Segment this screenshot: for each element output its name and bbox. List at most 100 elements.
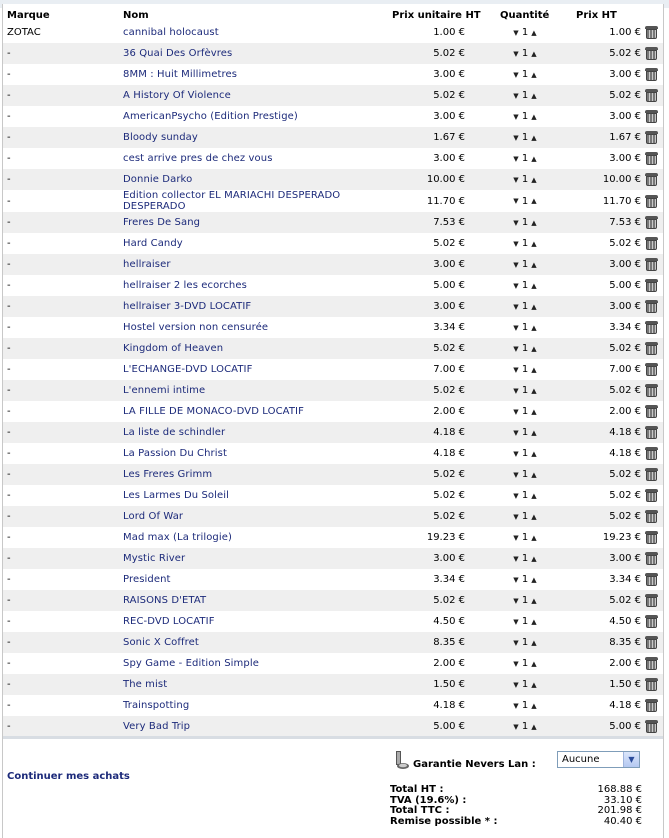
qty-increase-icon[interactable]: ▲ xyxy=(530,387,538,395)
product-name-link[interactable]: hellraiser 2 les ecorches xyxy=(123,275,373,296)
product-name-link[interactable]: Mad max (La trilogie) xyxy=(123,527,373,548)
qty-decrease-icon[interactable]: ▼ xyxy=(512,303,520,311)
delete-button[interactable] xyxy=(641,43,661,64)
trash-icon[interactable] xyxy=(644,25,658,40)
product-name-link[interactable]: 36 Quai Des Orfèvres xyxy=(123,43,373,64)
delete-button[interactable] xyxy=(641,275,661,296)
delete-button[interactable] xyxy=(641,527,661,548)
warranty-select[interactable]: Aucune ▼ xyxy=(557,751,640,768)
qty-increase-icon[interactable]: ▲ xyxy=(530,576,538,584)
trash-icon[interactable] xyxy=(644,677,658,692)
trash-icon[interactable] xyxy=(644,698,658,713)
delete-button[interactable] xyxy=(641,212,661,233)
chevron-down-icon[interactable]: ▼ xyxy=(623,752,639,767)
qty-decrease-icon[interactable]: ▼ xyxy=(512,702,520,710)
qty-decrease-icon[interactable]: ▼ xyxy=(512,29,520,37)
product-name-link[interactable]: Les Freres Grimm xyxy=(123,464,373,485)
product-name-link[interactable]: hellraiser xyxy=(123,254,373,275)
qty-decrease-icon[interactable]: ▼ xyxy=(512,660,520,668)
qty-decrease-icon[interactable]: ▼ xyxy=(512,723,520,731)
product-name-link[interactable]: Hard Candy xyxy=(123,233,373,254)
trash-icon[interactable] xyxy=(644,383,658,398)
delete-button[interactable] xyxy=(641,169,661,190)
qty-decrease-icon[interactable]: ▼ xyxy=(512,597,520,605)
delete-button[interactable] xyxy=(641,190,661,212)
product-name-link[interactable]: La liste de schindler xyxy=(123,422,373,443)
product-name-link[interactable]: Bloody sunday xyxy=(123,127,373,148)
qty-decrease-icon[interactable]: ▼ xyxy=(512,345,520,353)
delete-button[interactable] xyxy=(641,401,661,422)
product-name-link[interactable]: L'ECHANGE-DVD LOCATIF xyxy=(123,359,373,380)
trash-icon[interactable] xyxy=(644,320,658,335)
product-name-link[interactable]: RAISONS D'ETAT xyxy=(123,590,373,611)
trash-icon[interactable] xyxy=(644,404,658,419)
qty-increase-icon[interactable]: ▲ xyxy=(530,429,538,437)
delete-button[interactable] xyxy=(641,106,661,127)
trash-icon[interactable] xyxy=(644,635,658,650)
trash-icon[interactable] xyxy=(644,551,658,566)
trash-icon[interactable] xyxy=(644,530,658,545)
qty-decrease-icon[interactable]: ▼ xyxy=(512,282,520,290)
delete-button[interactable] xyxy=(641,611,661,632)
product-name-link[interactable]: REC-DVD LOCATIF xyxy=(123,611,373,632)
qty-increase-icon[interactable]: ▲ xyxy=(530,534,538,542)
qty-decrease-icon[interactable]: ▼ xyxy=(512,639,520,647)
qty-increase-icon[interactable]: ▲ xyxy=(530,366,538,374)
trash-icon[interactable] xyxy=(644,425,658,440)
qty-increase-icon[interactable]: ▲ xyxy=(530,303,538,311)
delete-button[interactable] xyxy=(641,422,661,443)
trash-icon[interactable] xyxy=(644,236,658,251)
trash-icon[interactable] xyxy=(644,614,658,629)
qty-decrease-icon[interactable]: ▼ xyxy=(512,240,520,248)
product-name-link[interactable]: A History Of Violence xyxy=(123,85,373,106)
qty-increase-icon[interactable]: ▲ xyxy=(530,113,538,121)
product-name-link[interactable]: L'ennemi intime xyxy=(123,380,373,401)
delete-button[interactable] xyxy=(641,590,661,611)
delete-button[interactable] xyxy=(641,64,661,85)
qty-increase-icon[interactable]: ▲ xyxy=(530,261,538,269)
qty-decrease-icon[interactable]: ▼ xyxy=(512,50,520,58)
product-name-link[interactable]: AmericanPsycho (Edition Prestige) xyxy=(123,106,373,127)
product-name-link[interactable]: Very Bad Trip xyxy=(123,716,373,737)
trash-icon[interactable] xyxy=(644,109,658,124)
qty-increase-icon[interactable]: ▲ xyxy=(530,197,538,205)
trash-icon[interactable] xyxy=(644,67,658,82)
qty-decrease-icon[interactable]: ▼ xyxy=(512,576,520,584)
qty-decrease-icon[interactable]: ▼ xyxy=(512,155,520,163)
qty-increase-icon[interactable]: ▲ xyxy=(530,681,538,689)
qty-decrease-icon[interactable]: ▼ xyxy=(512,324,520,332)
qty-increase-icon[interactable]: ▲ xyxy=(530,71,538,79)
product-name-link[interactable]: Kingdom of Heaven xyxy=(123,338,373,359)
qty-increase-icon[interactable]: ▲ xyxy=(530,555,538,563)
delete-button[interactable] xyxy=(641,464,661,485)
delete-button[interactable] xyxy=(641,254,661,275)
trash-icon[interactable] xyxy=(644,341,658,356)
delete-button[interactable] xyxy=(641,506,661,527)
trash-icon[interactable] xyxy=(644,362,658,377)
qty-decrease-icon[interactable]: ▼ xyxy=(512,492,520,500)
qty-increase-icon[interactable]: ▲ xyxy=(530,176,538,184)
product-name-link[interactable]: Edition collector EL MARIACHI DESPERADO … xyxy=(123,190,373,212)
product-name-link[interactable]: Donnie Darko xyxy=(123,169,373,190)
qty-increase-icon[interactable]: ▲ xyxy=(530,618,538,626)
trash-icon[interactable] xyxy=(644,194,658,209)
qty-decrease-icon[interactable]: ▼ xyxy=(512,408,520,416)
product-name-link[interactable]: Hostel version non censurée xyxy=(123,317,373,338)
qty-decrease-icon[interactable]: ▼ xyxy=(512,134,520,142)
product-name-link[interactable]: La Passion Du Christ xyxy=(123,443,373,464)
qty-decrease-icon[interactable]: ▼ xyxy=(512,429,520,437)
delete-button[interactable] xyxy=(641,127,661,148)
trash-icon[interactable] xyxy=(644,151,658,166)
delete-button[interactable] xyxy=(641,548,661,569)
delete-button[interactable] xyxy=(641,359,661,380)
product-name-link[interactable]: Les Larmes Du Soleil xyxy=(123,485,373,506)
qty-increase-icon[interactable]: ▲ xyxy=(530,597,538,605)
trash-icon[interactable] xyxy=(644,215,658,230)
qty-decrease-icon[interactable]: ▼ xyxy=(512,534,520,542)
qty-decrease-icon[interactable]: ▼ xyxy=(512,387,520,395)
continue-shopping-link[interactable]: Continuer mes achats xyxy=(7,771,130,782)
trash-icon[interactable] xyxy=(644,719,658,734)
delete-button[interactable] xyxy=(641,233,661,254)
qty-decrease-icon[interactable]: ▼ xyxy=(512,219,520,227)
trash-icon[interactable] xyxy=(644,467,658,482)
